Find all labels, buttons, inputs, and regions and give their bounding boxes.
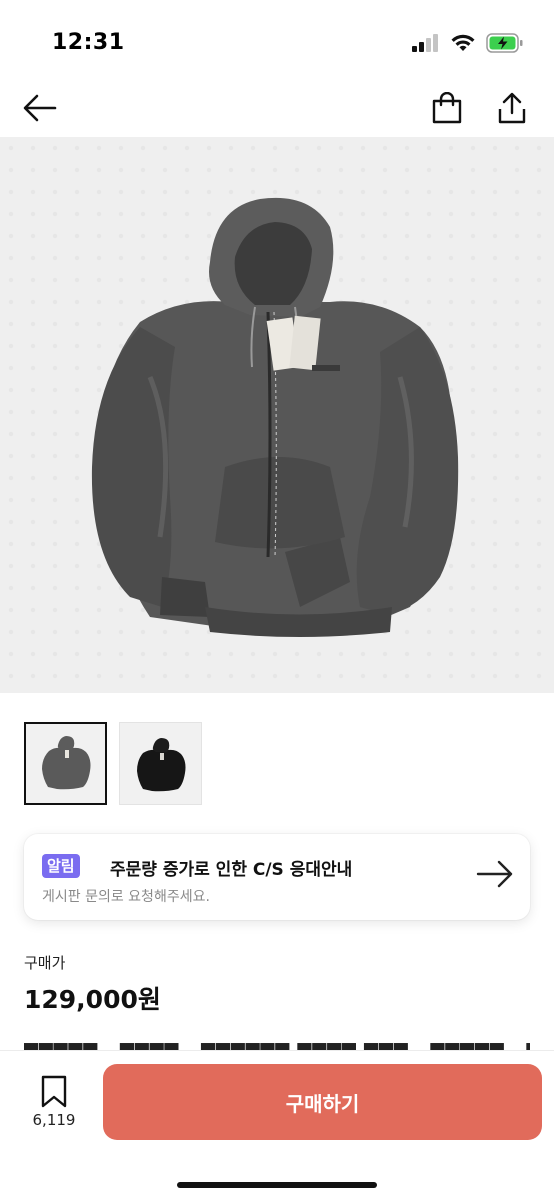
- thumbnail-1[interactable]: [24, 722, 107, 805]
- nav-bar: [0, 80, 554, 136]
- notice-card[interactable]: 알림 주문량 증가로 인한 C/S 응대안내 게시판 문의로 요청해주세요.: [24, 834, 530, 920]
- shopping-bag-button[interactable]: [425, 86, 469, 130]
- battery-charging-icon: [486, 33, 523, 53]
- cellular-signal-icon: [412, 34, 438, 52]
- thumbnail-2[interactable]: [119, 722, 202, 805]
- back-button[interactable]: [18, 86, 62, 130]
- wishlist-button[interactable]: 6,119: [24, 1075, 84, 1135]
- wishlist-count: 6,119: [32, 1111, 76, 1129]
- arrow-right-icon: [476, 860, 513, 888]
- wifi-icon: [451, 34, 475, 51]
- thumbnail-list: [24, 722, 202, 805]
- bottom-action-bar: 6,119 구매하기: [0, 1050, 554, 1200]
- zip-hoodie-photo: [91, 197, 459, 637]
- notice-badge: 알림: [42, 854, 80, 878]
- status-bar: 12:31: [0, 0, 554, 80]
- product-image[interactable]: [0, 137, 554, 693]
- price-value: 129,000원: [24, 985, 161, 1014]
- price-label: 구매가: [24, 954, 66, 972]
- shopping-bag-icon: [432, 92, 462, 124]
- status-time: 12:31: [52, 30, 125, 55]
- home-indicator: [177, 1182, 377, 1188]
- notice-subtitle: 게시판 문의로 요청해주세요.: [42, 889, 210, 905]
- buy-button[interactable]: 구매하기: [103, 1064, 542, 1140]
- notice-title: 주문량 증가로 인한 C/S 응대안내: [110, 860, 353, 880]
- black-hoodie-thumbnail: [136, 737, 185, 791]
- share-button[interactable]: [490, 86, 534, 130]
- gray-hoodie-thumbnail: [41, 735, 90, 789]
- bookmark-icon: [41, 1075, 67, 1108]
- share-icon: [498, 92, 526, 124]
- status-icons: [412, 33, 524, 53]
- arrow-left-icon: [23, 94, 57, 122]
